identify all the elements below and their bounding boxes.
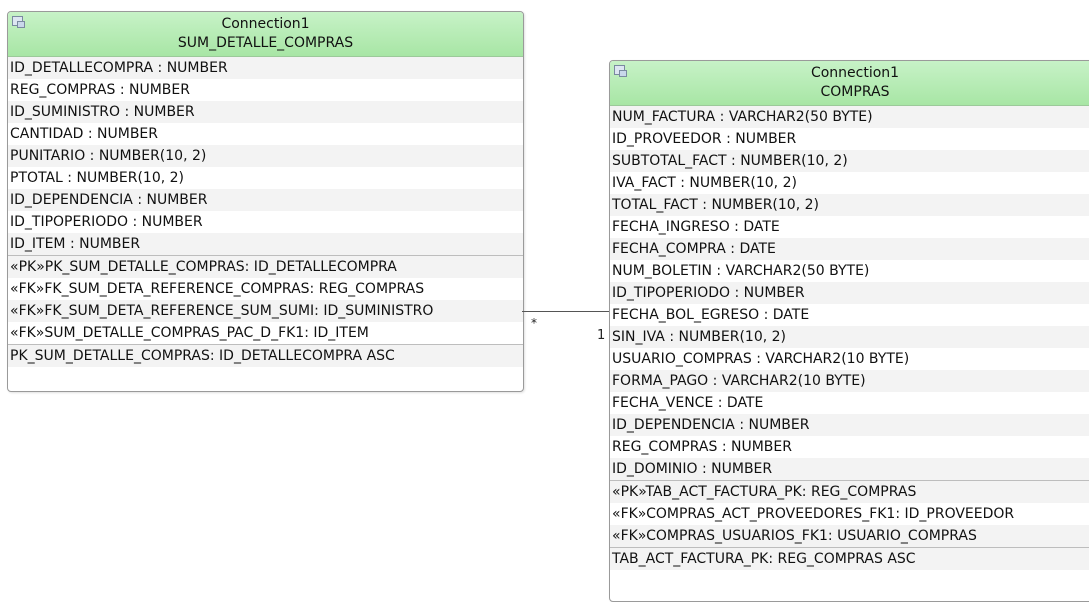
table-row: ID_TIPOPERIODO : NUMBER bbox=[610, 282, 1089, 304]
table-row: PK_SUM_DETALLE_COMPRAS: ID_DETALLECOMPRA… bbox=[8, 345, 523, 367]
table-row: «PK»PK_SUM_DETALLE_COMPRAS: ID_DETALLECO… bbox=[8, 256, 523, 278]
entity-header[interactable]: Connection1 SUM_DETALLE_COMPRAS bbox=[8, 12, 523, 57]
table-row: NUM_FACTURA : VARCHAR2(50 BYTE) bbox=[610, 106, 1089, 128]
table-row: FECHA_BOL_EGRESO : DATE bbox=[610, 304, 1089, 326]
table-row: «PK»TAB_ACT_FACTURA_PK: REG_COMPRAS bbox=[610, 481, 1089, 503]
table-row: «FK»FK_SUM_DETA_REFERENCE_COMPRAS: REG_C… bbox=[8, 278, 523, 300]
indexes-section: PK_SUM_DETALLE_COMPRAS: ID_DETALLECOMPRA… bbox=[8, 345, 523, 367]
table-row: PUNITARIO : NUMBER(10, 2) bbox=[8, 145, 523, 167]
table-row: REG_COMPRAS : NUMBER bbox=[8, 79, 523, 101]
table-row: NUM_BOLETIN : VARCHAR2(50 BYTE) bbox=[610, 260, 1089, 282]
table-row: «FK»FK_SUM_DETA_REFERENCE_SUM_SUMI: ID_S… bbox=[8, 300, 523, 322]
table-row: FECHA_INGRESO : DATE bbox=[610, 216, 1089, 238]
table-row: ID_TIPOPERIODO : NUMBER bbox=[8, 211, 523, 233]
table-row: CANTIDAD : NUMBER bbox=[8, 123, 523, 145]
table-name: SUM_DETALLE_COMPRAS bbox=[177, 35, 354, 51]
table-row: ID_ITEM : NUMBER bbox=[8, 233, 523, 255]
indexes-section: TAB_ACT_FACTURA_PK: REG_COMPRAS ASC bbox=[610, 548, 1089, 570]
table-row: TOTAL_FACT : NUMBER(10, 2) bbox=[610, 194, 1089, 216]
cardinality-one: 1 bbox=[597, 328, 606, 343]
table-row: PTOTAL : NUMBER(10, 2) bbox=[8, 167, 523, 189]
table-row: SIN_IVA : NUMBER(10, 2) bbox=[610, 326, 1089, 348]
table-row: «FK»COMPRAS_ACT_PROVEEDORES_FK1: ID_PROV… bbox=[610, 503, 1089, 525]
table-row: REG_COMPRAS : NUMBER bbox=[610, 436, 1089, 458]
relationship-line[interactable] bbox=[522, 311, 609, 312]
connection-label: Connection1 bbox=[810, 65, 900, 81]
table-row: ID_DEPENDENCIA : NUMBER bbox=[8, 189, 523, 211]
table-row: USUARIO_COMPRAS : VARCHAR2(10 BYTE) bbox=[610, 348, 1089, 370]
entity-sum-detalle-compras[interactable]: Connection1 SUM_DETALLE_COMPRAS ID_DETAL… bbox=[7, 11, 524, 392]
table-row: ID_DOMINIO : NUMBER bbox=[610, 458, 1089, 480]
table-row: FECHA_COMPRA : DATE bbox=[610, 238, 1089, 260]
table-row: ID_SUMINISTRO : NUMBER bbox=[8, 101, 523, 123]
table-name: COMPRAS bbox=[820, 84, 890, 100]
table-row: SUBTOTAL_FACT : NUMBER(10, 2) bbox=[610, 150, 1089, 172]
columns-section: NUM_FACTURA : VARCHAR2(50 BYTE) ID_PROVEE… bbox=[610, 106, 1089, 481]
table-row: «FK»COMPRAS_USUARIOS_FK1: USUARIO_COMPRA… bbox=[610, 525, 1089, 547]
table-row: ID_DEPENDENCIA : NUMBER bbox=[610, 414, 1089, 436]
entity-header[interactable]: Connection1 COMPRAS bbox=[610, 61, 1089, 106]
table-row: IVA_FACT : NUMBER(10, 2) bbox=[610, 172, 1089, 194]
table-row: ID_PROVEEDOR : NUMBER bbox=[610, 128, 1089, 150]
table-row: FECHA_VENCE : DATE bbox=[610, 392, 1089, 414]
table-icon bbox=[12, 16, 25, 28]
columns-section: ID_DETALLECOMPRA : NUMBER REG_COMPRAS : N… bbox=[8, 57, 523, 256]
table-row: TAB_ACT_FACTURA_PK: REG_COMPRAS ASC bbox=[610, 548, 1089, 570]
table-row: «FK»SUM_DETALLE_COMPRAS_PAC_D_FK1: ID_IT… bbox=[8, 322, 523, 344]
keys-section: «PK»PK_SUM_DETALLE_COMPRAS: ID_DETALLECO… bbox=[8, 256, 523, 345]
entity-compras[interactable]: Connection1 COMPRAS NUM_FACTURA : VARCHA… bbox=[609, 60, 1089, 602]
table-row: FORMA_PAGO : VARCHAR2(10 BYTE) bbox=[610, 370, 1089, 392]
table-row: ID_DETALLECOMPRA : NUMBER bbox=[8, 57, 523, 79]
cardinality-many: * bbox=[531, 316, 537, 330]
keys-section: «PK»TAB_ACT_FACTURA_PK: REG_COMPRAS «FK»C… bbox=[610, 481, 1089, 548]
table-icon bbox=[614, 65, 627, 77]
connection-label: Connection1 bbox=[221, 16, 310, 32]
